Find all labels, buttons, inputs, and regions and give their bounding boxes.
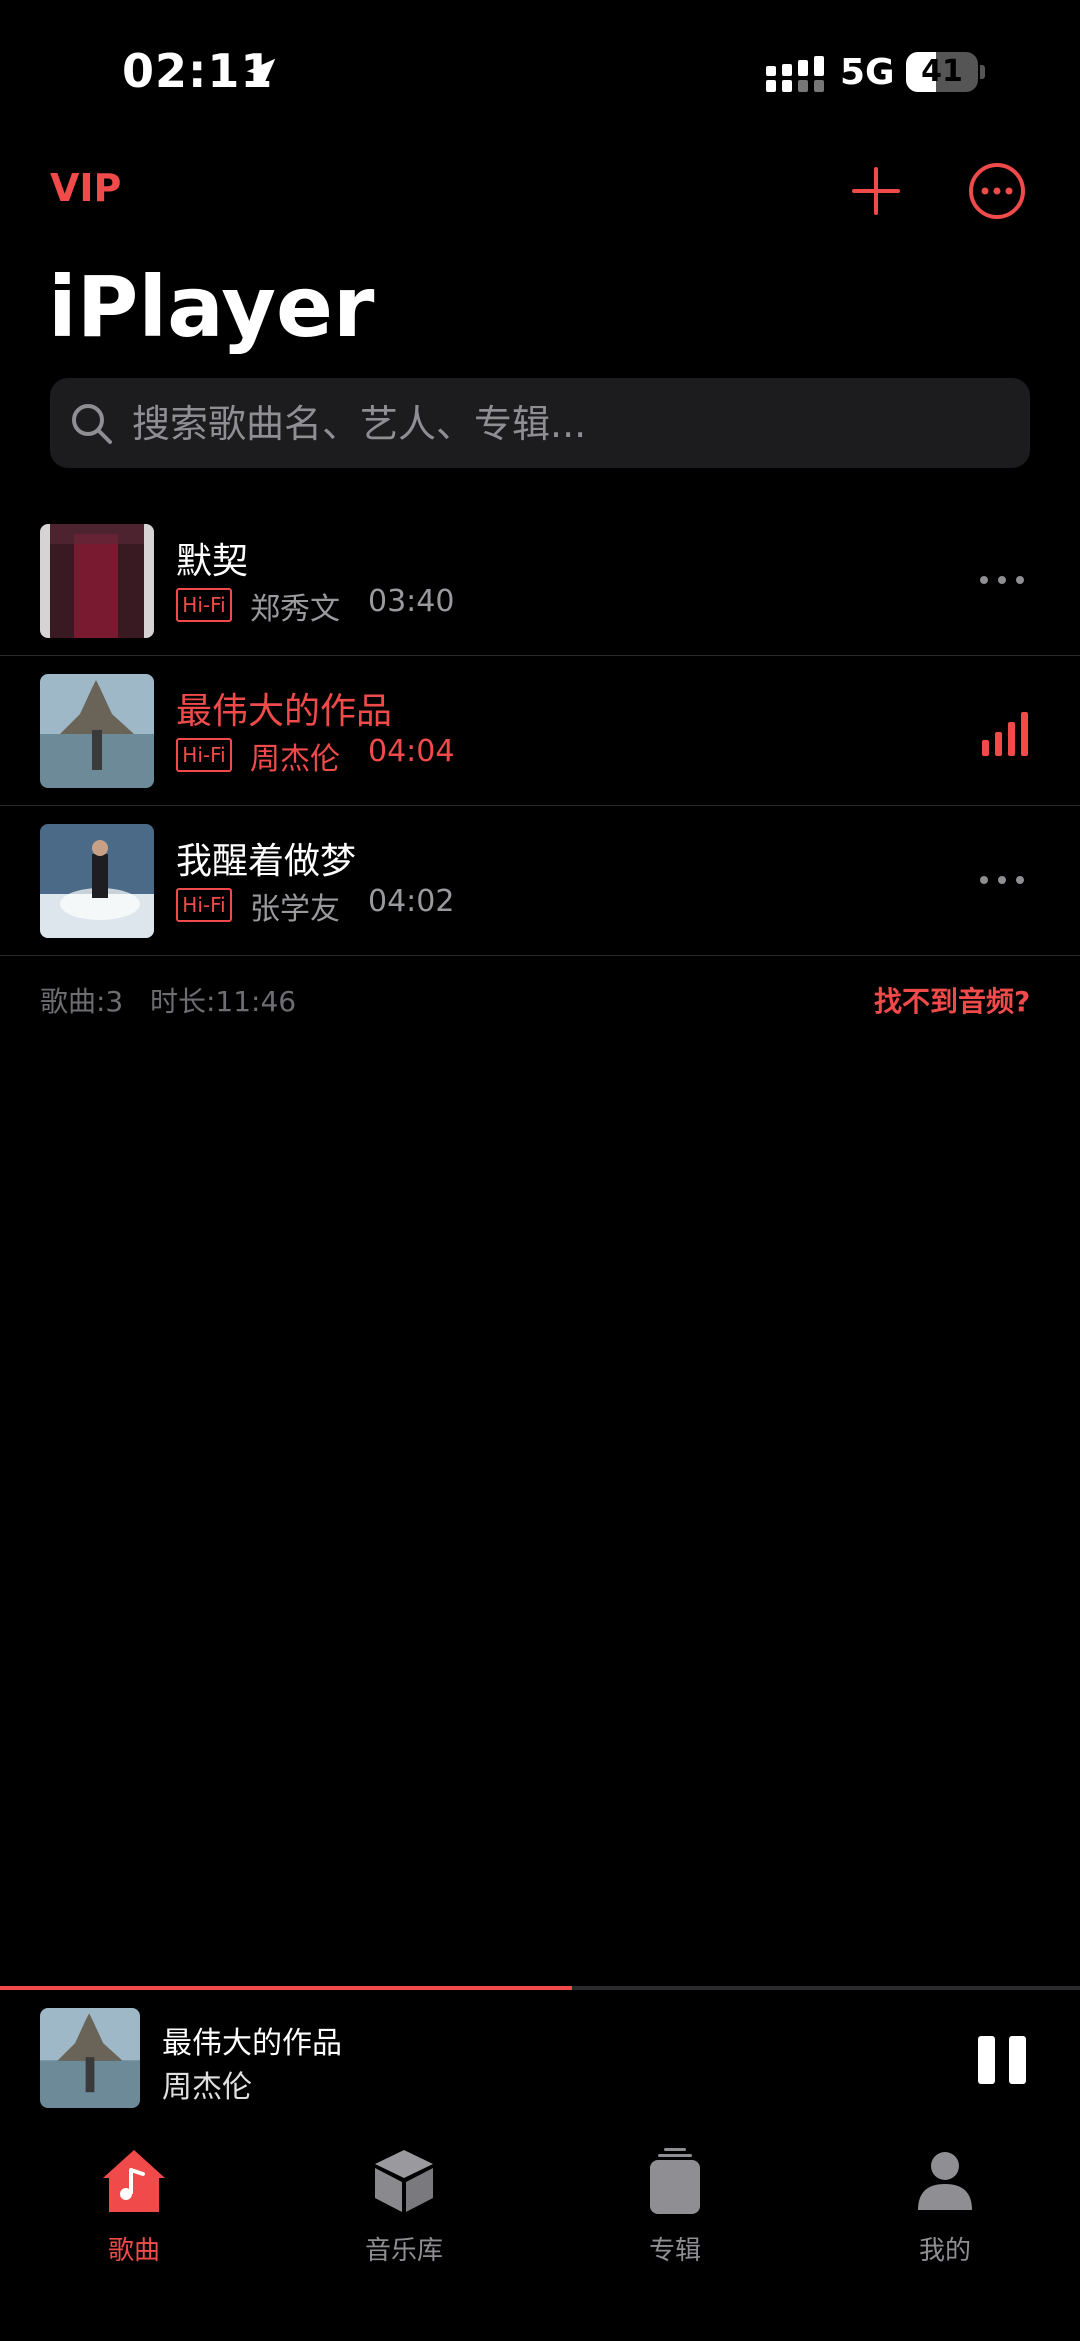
album-stack-icon xyxy=(650,2148,700,2214)
song-row[interactable]: 默契 Hi-Fi 郑秀文 03:40 xyxy=(0,506,1080,656)
playback-progress-fill xyxy=(0,1986,573,1990)
signal-icon xyxy=(766,56,824,92)
missing-audio-link[interactable]: 找不到音频? xyxy=(874,980,1030,1020)
vip-button[interactable]: VIP xyxy=(50,166,121,210)
network-type: 5G xyxy=(840,52,895,93)
song-row[interactable]: 最伟大的作品 Hi-Fi 周杰伦 04:04 xyxy=(0,656,1080,806)
search-input[interactable] xyxy=(130,378,1014,470)
playback-progress-bar[interactable] xyxy=(0,1986,1080,1990)
song-title: 最伟大的作品 xyxy=(176,691,393,732)
hifi-badge: Hi-Fi xyxy=(176,888,232,922)
hifi-badge: Hi-Fi xyxy=(176,738,232,772)
total-duration: 时长:11:46 xyxy=(149,985,297,1018)
tab-mine[interactable]: 我的 xyxy=(865,2146,1025,2266)
song-count: 歌曲:3 xyxy=(40,985,124,1018)
now-playing-cover[interactable] xyxy=(40,2008,140,2108)
box-icon xyxy=(375,2150,433,2212)
album-cover xyxy=(40,674,154,788)
page-title: iPlayer xyxy=(48,258,375,356)
song-artist: 周杰伦 xyxy=(250,742,340,777)
battery-level-text: 41 xyxy=(921,54,963,89)
tab-label: 我的 xyxy=(918,2236,971,2266)
hifi-badge: Hi-Fi xyxy=(176,588,232,622)
tab-library[interactable]: 音乐库 xyxy=(324,2146,484,2266)
library-summary: 歌曲:3 时长:11:46 xyxy=(40,980,296,1020)
now-playing-artist[interactable]: 周杰伦 xyxy=(162,2062,252,2106)
now-playing-bars-icon xyxy=(982,712,1028,756)
song-duration: 04:02 xyxy=(368,884,455,919)
song-artist: 张学友 xyxy=(250,892,340,927)
home-music-icon xyxy=(103,2150,165,2212)
now-playing-title[interactable]: 最伟大的作品 xyxy=(162,2018,342,2062)
more-options-icon[interactable] xyxy=(968,162,1026,220)
song-title: 我醒着做梦 xyxy=(176,841,357,882)
song-duration: 03:40 xyxy=(368,584,455,619)
tab-label: 歌曲 xyxy=(107,2236,160,2266)
tab-label: 专辑 xyxy=(648,2236,701,2266)
row-more-icon[interactable] xyxy=(976,568,1028,592)
song-title: 默契 xyxy=(176,541,249,582)
row-more-icon[interactable] xyxy=(976,868,1028,892)
song-row[interactable]: 我醒着做梦 Hi-Fi 张学友 04:02 xyxy=(0,806,1080,956)
tab-albums[interactable]: 专辑 xyxy=(595,2146,755,2266)
search-bar[interactable] xyxy=(50,378,1030,470)
search-icon xyxy=(72,404,112,444)
add-icon[interactable] xyxy=(850,165,902,217)
location-arrow-icon xyxy=(246,58,276,88)
song-artist: 郑秀文 xyxy=(250,592,340,627)
person-icon xyxy=(918,2152,972,2210)
pause-icon[interactable] xyxy=(976,2034,1028,2086)
album-cover xyxy=(40,524,154,638)
battery-icon: 41 xyxy=(906,52,986,92)
tab-songs[interactable]: 歌曲 xyxy=(54,2146,214,2266)
song-duration: 04:04 xyxy=(368,734,455,769)
tab-label: 音乐库 xyxy=(364,2236,443,2266)
album-cover xyxy=(40,824,154,938)
